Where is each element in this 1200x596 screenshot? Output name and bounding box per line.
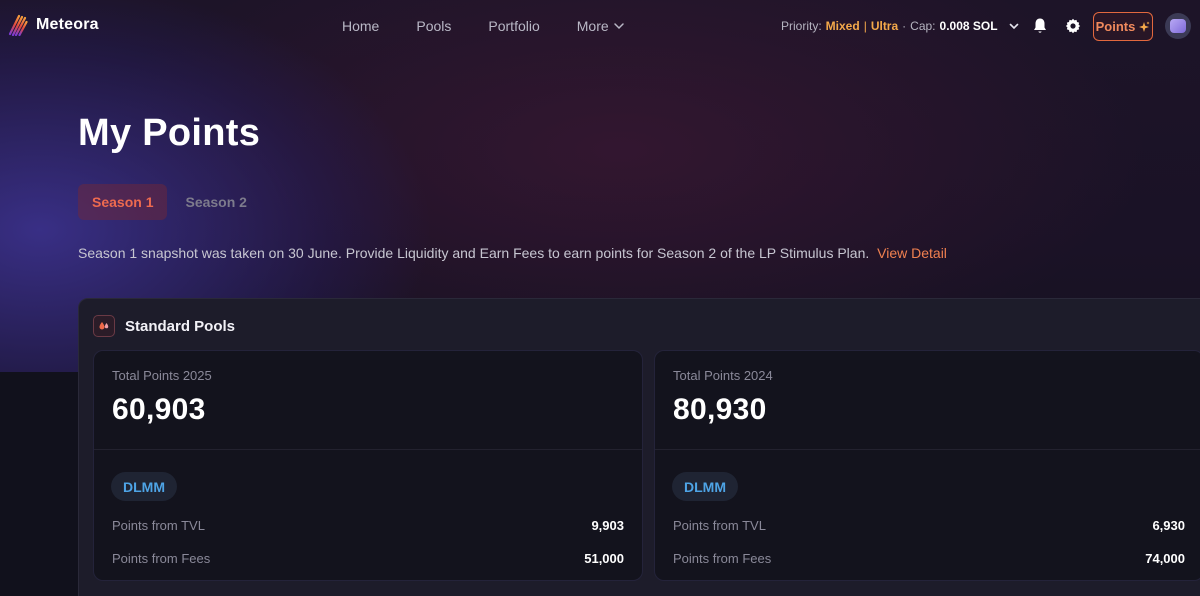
chevron-down-icon — [1009, 23, 1018, 30]
row-label: Points from Fees — [673, 551, 772, 566]
fees-points-row: Points from Fees 51,000 — [112, 551, 624, 566]
divider — [655, 449, 1200, 450]
card-label: Total Points 2025 — [112, 368, 212, 383]
wallet-icon — [1170, 19, 1186, 33]
card-total: 60,903 — [112, 393, 206, 426]
row-label: Points from TVL — [673, 518, 766, 533]
cap-value: 0.008 SOL — [939, 19, 998, 33]
season-tabs: Season 1 Season 2 — [78, 184, 261, 220]
brand[interactable]: Meteora — [8, 14, 99, 36]
row-label: Points from Fees — [112, 551, 211, 566]
nav-more-label: More — [576, 18, 609, 34]
main-menu: Home Pools Portfolio More — [342, 18, 625, 34]
tvl-points-row: Points from TVL 9,903 — [112, 518, 624, 533]
nav-pools[interactable]: Pools — [416, 18, 451, 34]
card-total: 80,930 — [673, 393, 767, 426]
priority-level: Ultra — [870, 19, 899, 33]
drops-icon — [93, 315, 115, 337]
season-notice: Season 1 snapshot was taken on 30 June. … — [78, 245, 947, 261]
nav-home[interactable]: Home — [342, 18, 379, 34]
points-card-2025: Total Points 2025 60,903 DLMM Points fro… — [93, 350, 643, 581]
standard-pools-panel: Standard Pools Total Points 2025 60,903 … — [78, 298, 1200, 596]
notice-text: Season 1 snapshot was taken on 30 June. … — [78, 245, 870, 261]
priority-separator: | — [863, 19, 867, 33]
page-title: My Points — [78, 112, 261, 154]
row-value: 51,000 — [584, 551, 624, 566]
dlmm-badge: DLMM — [672, 472, 738, 501]
meteora-logo-icon — [8, 14, 28, 36]
nav-more[interactable]: More — [577, 18, 625, 34]
panel-header: Standard Pools — [93, 315, 235, 337]
dlmm-badge: DLMM — [111, 472, 177, 501]
nav-portfolio[interactable]: Portfolio — [488, 18, 539, 34]
top-nav: Meteora Home Pools Portfolio More Priori… — [0, 0, 1200, 54]
view-detail-link[interactable]: View Detail — [877, 245, 947, 261]
priority-label: Priority: — [781, 19, 822, 33]
priority-selector[interactable]: Priority: Mixed | Ultra · Cap: 0.008 SOL — [781, 19, 1020, 33]
panel-title: Standard Pools — [125, 317, 236, 335]
points-card-2024: Total Points 2024 80,930 DLMM Points fro… — [654, 350, 1200, 581]
fees-points-row: Points from Fees 74,000 — [673, 551, 1185, 566]
card-label: Total Points 2024 — [673, 368, 773, 383]
row-value: 6,930 — [1152, 518, 1185, 533]
divider — [94, 449, 642, 450]
row-value: 74,000 — [1145, 551, 1185, 566]
sparkle-icon — [1139, 21, 1150, 32]
tab-season-2[interactable]: Season 2 — [171, 184, 260, 220]
priority-mode: Mixed — [825, 19, 860, 33]
points-button[interactable]: Points — [1093, 12, 1153, 41]
avatar[interactable] — [1165, 13, 1191, 39]
row-label: Points from TVL — [112, 518, 205, 533]
tab-season-1[interactable]: Season 1 — [78, 184, 168, 220]
cap-label: Cap: — [910, 19, 936, 33]
brand-name: Meteora — [36, 16, 99, 33]
chevron-down-icon — [613, 23, 624, 30]
priority-dot: · — [902, 19, 907, 33]
tvl-points-row: Points from TVL 6,930 — [673, 518, 1185, 533]
gear-icon[interactable] — [1065, 18, 1081, 34]
bell-icon[interactable] — [1032, 17, 1048, 35]
row-value: 9,903 — [591, 518, 624, 533]
points-button-label: Points — [1095, 19, 1136, 34]
